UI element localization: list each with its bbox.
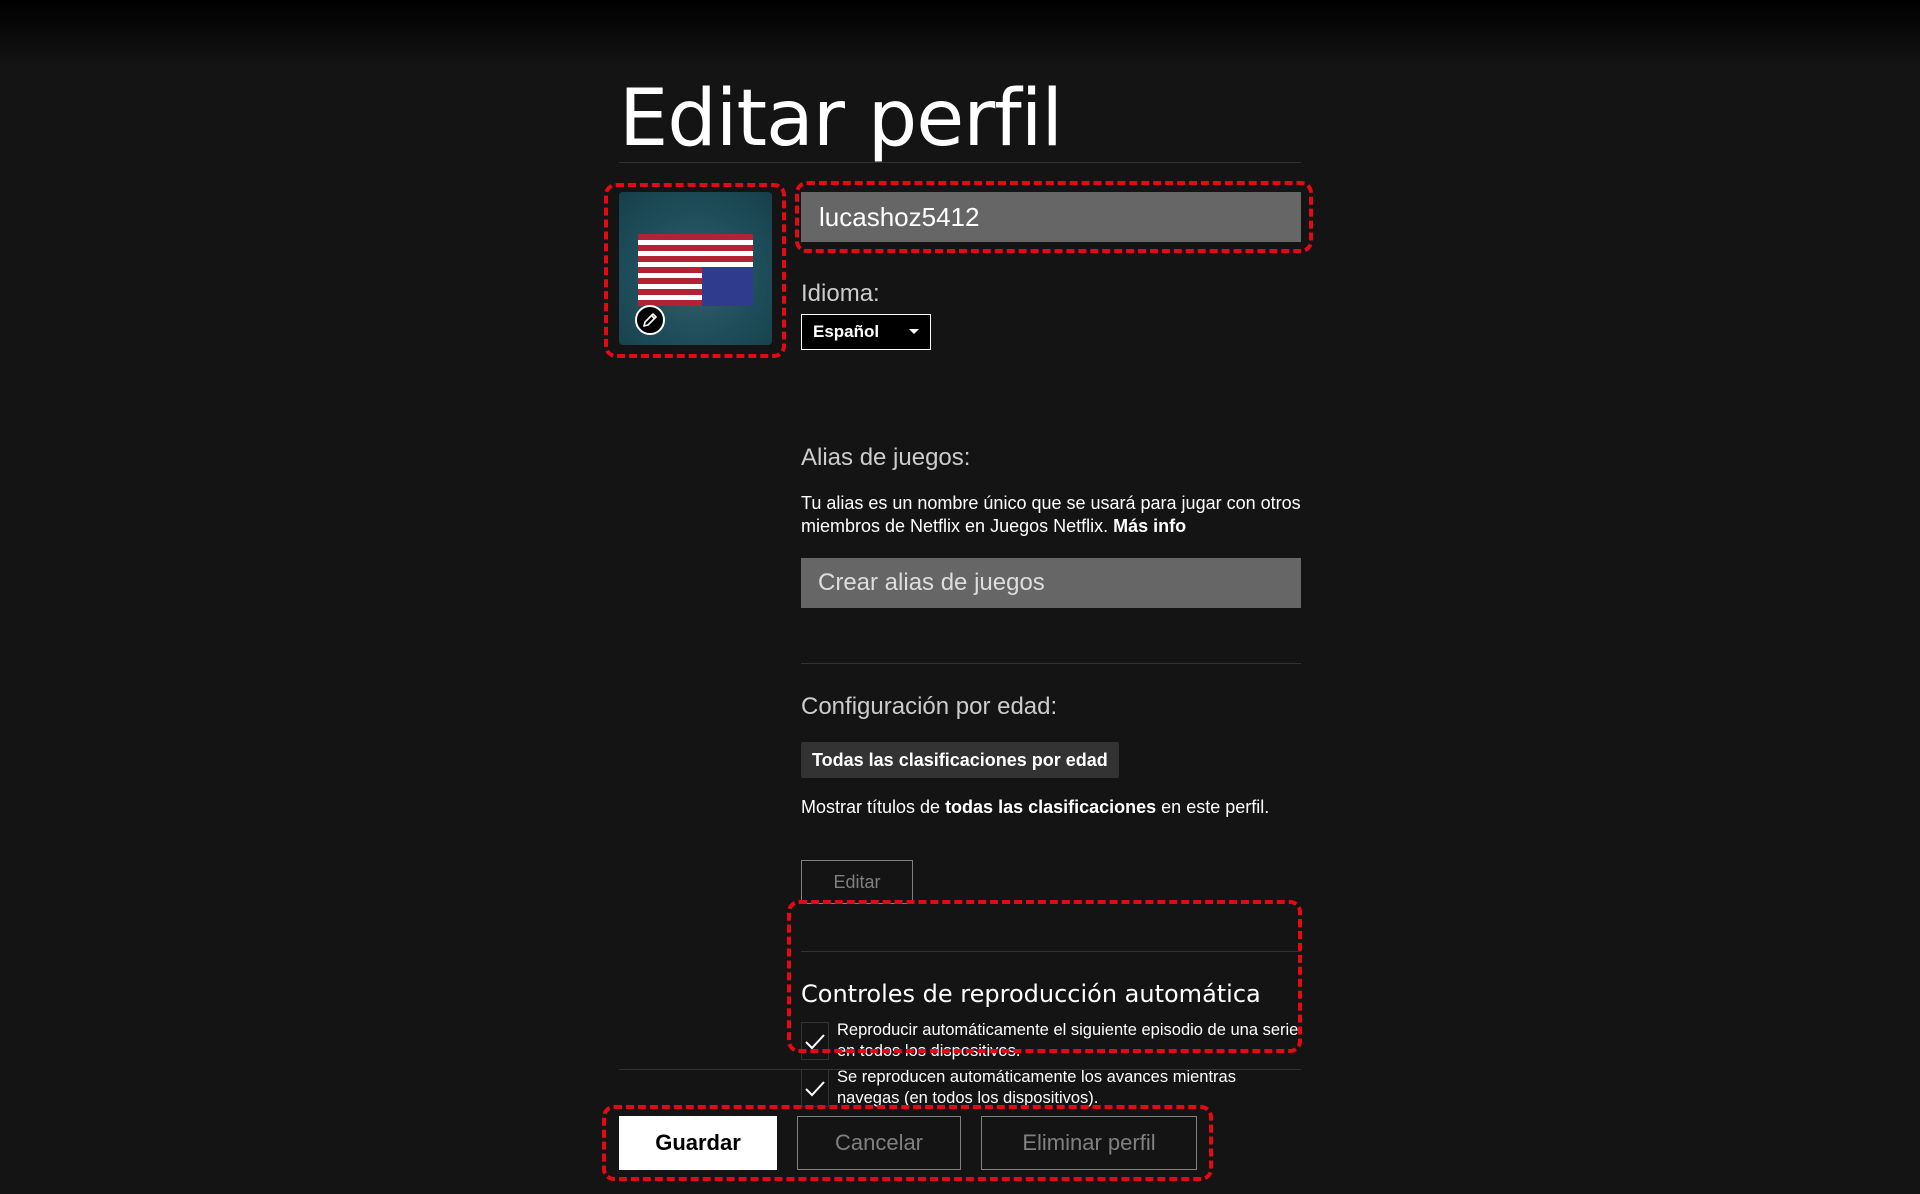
pencil-icon[interactable] <box>635 305 665 335</box>
profile-avatar[interactable] <box>619 192 772 345</box>
maturity-desc-bold: todas las clasificaciones <box>945 797 1157 817</box>
maturity-badge: Todas las clasificaciones por edad <box>801 742 1119 778</box>
divider <box>801 951 1301 952</box>
cancel-button[interactable]: Cancelar <box>797 1116 961 1170</box>
game-alias-label: Alias de juegos: <box>801 444 971 471</box>
profile-name-input[interactable] <box>801 192 1301 242</box>
top-gradient-bar <box>0 0 1920 68</box>
checkmark-icon <box>805 1034 825 1050</box>
autoplay-next-episode-checkbox[interactable] <box>801 1022 829 1060</box>
game-alias-input[interactable] <box>801 558 1301 608</box>
language-selected: Español <box>813 322 880 341</box>
divider <box>619 162 1301 163</box>
game-alias-description-text: Tu alias es un nombre único que se usará… <box>801 493 1301 536</box>
divider <box>801 663 1301 664</box>
maturity-description: Mostrar títulos de todas las clasificaci… <box>801 797 1269 818</box>
caret-down-icon <box>909 329 919 334</box>
language-label: Idioma: <box>801 280 880 307</box>
game-alias-description: Tu alias es un nombre único que se usará… <box>801 492 1301 538</box>
profile-fields: Idioma: Español Alias de juegos: Tu alia… <box>801 192 1301 1107</box>
autoplay-title: Controles de reproducción automática <box>801 980 1261 1008</box>
flag-avatar-icon <box>638 234 753 306</box>
edit-profile-container: Editar perfil Idioma: Español Ali <box>619 70 1301 1170</box>
page-title: Editar perfil <box>619 74 1063 164</box>
save-button[interactable]: Guardar <box>619 1116 777 1170</box>
maturity-desc-prefix: Mostrar títulos de <box>801 797 946 817</box>
autoplay-previews-label: Se reproducen automáticamente los avance… <box>837 1068 1236 1107</box>
language-dropdown[interactable]: Español <box>801 314 931 350</box>
edit-maturity-button[interactable]: Editar <box>801 860 913 904</box>
delete-profile-button[interactable]: Eliminar perfil <box>981 1116 1197 1170</box>
maturity-label: Configuración por edad: <box>801 693 1058 720</box>
maturity-desc-suffix: en este perfil. <box>1156 797 1270 817</box>
autoplay-next-episode-label: Reproducir automáticamente el siguiente … <box>837 1021 1299 1060</box>
autoplay-previews-checkbox[interactable] <box>801 1069 829 1107</box>
checkmark-icon <box>805 1081 825 1097</box>
more-info-link[interactable]: Más info <box>1113 516 1186 536</box>
divider <box>619 1069 1301 1070</box>
